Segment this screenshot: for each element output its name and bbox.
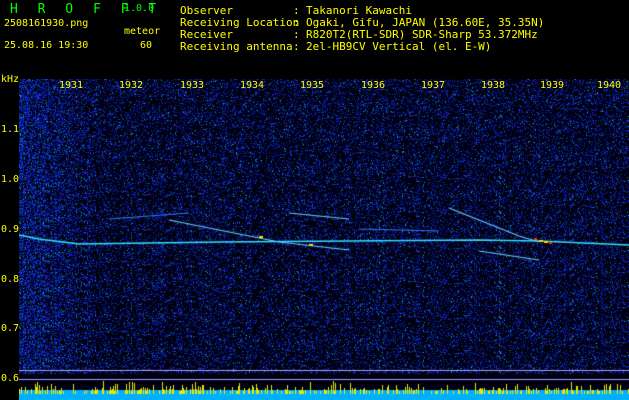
x-tick-label: 1937: [421, 80, 446, 91]
x-tick-label: 1935: [300, 80, 325, 91]
x-tick-label: 1940: [597, 80, 622, 91]
y-tick-label: 0.8: [1, 274, 20, 285]
x-tick-label: 1931: [59, 80, 84, 91]
x-tick-label: 1932: [119, 80, 144, 91]
meteor-label: meteor: [124, 26, 161, 37]
meta-separator: :: [293, 40, 300, 53]
y-tick-label: 1.1: [1, 124, 20, 135]
y-tick-label: 0.9: [1, 224, 20, 235]
spectrogram: [19, 79, 629, 400]
x-tick-label: 1938: [481, 80, 506, 91]
y-tick-label: 1.0: [1, 174, 20, 185]
date-time: 25.08.16 19:30: [4, 40, 89, 51]
y-tick-label: 0.7: [1, 323, 20, 334]
meteor-count: 60: [140, 40, 153, 51]
x-tick-label: 1939: [540, 80, 565, 91]
x-tick-label: 1933: [180, 80, 205, 91]
file-name: 2508161930.png: [4, 18, 89, 29]
meta-value-antenna: 2el-HB9CV Vertical (el. E-W): [306, 40, 492, 53]
meta-key-antenna: Receiving antenna: [180, 40, 293, 53]
y-tick-label: 0.6: [1, 373, 20, 384]
app-version: 1.0.0: [124, 3, 155, 14]
x-tick-label: 1936: [361, 80, 386, 91]
x-tick-label: 1934: [240, 80, 265, 91]
y-axis-unit: kHz: [1, 74, 20, 85]
